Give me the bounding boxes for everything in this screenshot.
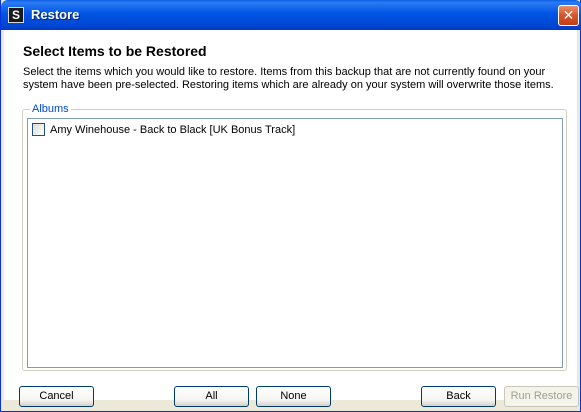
album-label: Amy Winehouse - Back to Black [UK Bonus … — [50, 123, 296, 136]
select-all-button[interactable]: All — [174, 386, 249, 407]
select-none-button[interactable]: None — [256, 386, 331, 407]
instructions-text: Select the items which you would like to… — [23, 66, 554, 91]
window-title: Restore — [31, 7, 80, 22]
albums-legend: Albums — [30, 103, 71, 115]
list-item[interactable]: Amy Winehouse - Back to Black [UK Bonus … — [32, 122, 295, 137]
title-bar[interactable]: S Restore ✕ — [1, 0, 581, 30]
close-icon[interactable]: ✕ — [558, 5, 579, 26]
albums-list[interactable]: Amy Winehouse - Back to Black [UK Bonus … — [27, 118, 563, 368]
album-checkbox[interactable] — [32, 123, 45, 136]
cancel-button[interactable]: Cancel — [19, 386, 94, 407]
app-icon: S — [8, 7, 24, 23]
restore-dialog: S Restore ✕ Select Items to be Restored … — [0, 0, 581, 412]
back-button[interactable]: Back — [421, 386, 496, 407]
page-title: Select Items to be Restored — [23, 43, 207, 59]
run-restore-button[interactable]: Run Restore — [504, 386, 579, 407]
